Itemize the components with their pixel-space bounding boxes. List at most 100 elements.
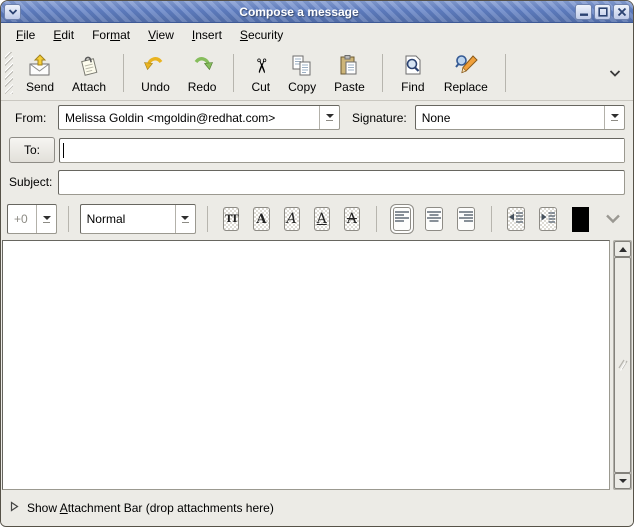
menu-label-post: ile xyxy=(23,28,35,42)
bold-label: A xyxy=(256,212,266,227)
toolbar-separator xyxy=(505,54,506,92)
align-center-icon xyxy=(426,209,442,229)
toolbar-separator xyxy=(123,54,124,92)
toolbar-drag-handle[interactable] xyxy=(5,52,13,94)
minimize-button[interactable] xyxy=(575,4,592,20)
menu-label-post: iew xyxy=(156,28,174,42)
send-button[interactable]: Send xyxy=(17,48,63,98)
chevron-down-icon xyxy=(609,66,621,81)
window-menu-button[interactable] xyxy=(4,4,21,20)
toolbar-overflow-button[interactable] xyxy=(601,48,629,98)
strikethrough-toggle-button[interactable]: A xyxy=(344,207,360,231)
find-icon xyxy=(400,53,426,79)
align-right-icon xyxy=(458,209,474,229)
expander-triangle-icon xyxy=(10,501,19,515)
scroll-down-button[interactable] xyxy=(614,473,631,489)
font-color-swatch-button[interactable] xyxy=(572,207,589,232)
cut-label: Cut xyxy=(251,80,270,94)
menu-edit[interactable]: Edit xyxy=(44,26,83,44)
arrow-up-icon xyxy=(619,247,627,252)
menu-view[interactable]: View xyxy=(139,26,183,44)
toolbar-separator xyxy=(491,206,492,232)
from-label: From: xyxy=(9,111,58,125)
subject-label: Subject: xyxy=(9,175,58,189)
chevron-down-icon xyxy=(605,212,621,227)
menu-format[interactable]: Format xyxy=(83,26,139,44)
to-button[interactable]: To: xyxy=(9,137,55,163)
redo-button[interactable]: Redo xyxy=(179,48,226,98)
scroll-up-button[interactable] xyxy=(614,241,631,257)
undo-button[interactable]: Undo xyxy=(132,48,179,98)
menu-security[interactable]: Security xyxy=(231,26,292,44)
italic-toggle-button[interactable]: A xyxy=(284,207,300,231)
to-input[interactable] xyxy=(64,139,624,162)
menu-label-pre: For xyxy=(92,28,110,42)
replace-label: Replace xyxy=(444,80,488,94)
close-button[interactable] xyxy=(613,4,630,20)
attach-button[interactable]: Attach xyxy=(63,48,115,98)
replace-icon xyxy=(453,53,479,79)
menu-insert[interactable]: Insert xyxy=(183,26,231,44)
indent-button[interactable] xyxy=(539,207,557,231)
paste-button[interactable]: Paste xyxy=(325,48,374,98)
align-right-button[interactable] xyxy=(457,207,475,231)
font-size-select[interactable]: +0 xyxy=(7,204,57,234)
chevron-down-icon xyxy=(604,106,624,129)
scrollbar-thumb[interactable] xyxy=(614,257,631,473)
indent-icon xyxy=(540,209,556,229)
send-icon xyxy=(27,53,53,79)
attachment-label-pre: Show xyxy=(27,501,60,515)
to-field-frame xyxy=(59,138,625,163)
redo-icon xyxy=(189,53,215,79)
align-center-button[interactable] xyxy=(425,207,443,231)
signature-label: Signature: xyxy=(340,111,415,125)
attachment-bar-label: Show Attachment Bar (drop attachments he… xyxy=(27,501,274,515)
chevron-down-icon xyxy=(8,8,18,16)
menu-label-mnemonic: m xyxy=(110,28,120,42)
format-toolbar: +0 Normal TT A A A A xyxy=(1,198,633,240)
find-label: Find xyxy=(401,80,424,94)
copy-button[interactable]: Copy xyxy=(279,48,325,98)
vertical-scrollbar[interactable] xyxy=(613,240,632,490)
to-row: To: xyxy=(1,134,633,166)
paste-icon xyxy=(336,53,362,79)
menu-label-mnemonic: V xyxy=(148,28,156,42)
unindent-icon xyxy=(508,209,524,229)
attachment-bar-toggle[interactable]: Show Attachment Bar (drop attachments he… xyxy=(1,490,633,526)
unindent-button[interactable] xyxy=(507,207,525,231)
titlebar[interactable]: Compose a message xyxy=(1,1,633,23)
find-button[interactable]: Find xyxy=(391,48,435,98)
signature-select[interactable]: None xyxy=(415,105,625,130)
format-toolbar-expander-button[interactable] xyxy=(599,212,627,227)
cut-button[interactable]: ✂ Cut xyxy=(242,48,279,98)
editor-area xyxy=(1,240,633,490)
strikethrough-label: A xyxy=(347,211,357,227)
maximize-button[interactable] xyxy=(594,4,611,20)
menu-label-post: ecurity xyxy=(248,28,283,42)
bold-toggle-button[interactable]: A xyxy=(253,207,269,231)
align-left-icon xyxy=(394,209,410,229)
subject-row: Subject: xyxy=(1,166,633,198)
underline-toggle-button[interactable]: A xyxy=(314,207,330,231)
from-select[interactable]: Melissa Goldin <mgoldin@redhat.com> xyxy=(58,105,340,130)
menu-file[interactable]: File xyxy=(7,26,44,44)
signature-value: None xyxy=(416,111,604,125)
toolbar-separator xyxy=(68,206,69,232)
message-body-editor[interactable] xyxy=(2,240,610,490)
undo-icon xyxy=(142,53,168,79)
chevron-down-icon xyxy=(175,205,195,233)
underline-label: A xyxy=(317,211,327,227)
main-toolbar: Send Attach xyxy=(1,46,633,101)
cut-scissors-icon: ✂ xyxy=(248,58,274,75)
replace-button[interactable]: Replace xyxy=(435,48,497,98)
from-value: Melissa Goldin <mgoldin@redhat.com> xyxy=(59,111,319,125)
send-label: Send xyxy=(26,80,54,94)
typewriter-label: TT xyxy=(225,214,238,225)
toolbar-separator xyxy=(207,206,208,232)
typewriter-toggle-button[interactable]: TT xyxy=(223,207,239,231)
paragraph-style-select[interactable]: Normal xyxy=(80,204,196,234)
toolbar-separator xyxy=(233,54,234,92)
subject-input[interactable] xyxy=(58,170,625,195)
toolbar-separator xyxy=(382,54,383,92)
align-left-button[interactable] xyxy=(393,207,411,231)
